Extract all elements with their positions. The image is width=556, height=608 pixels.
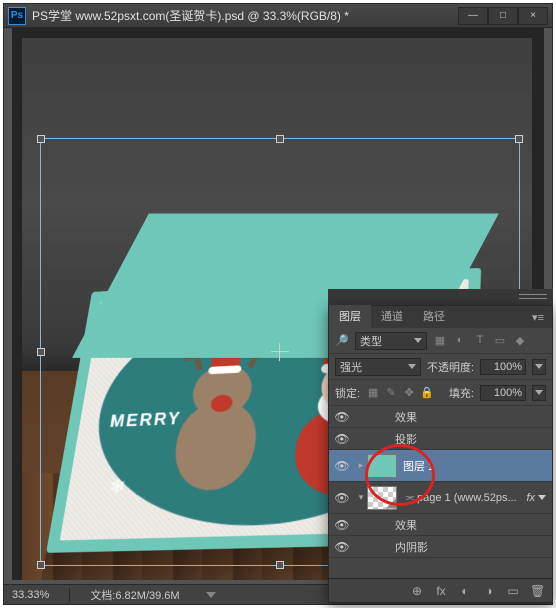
layer-row[interactable]: 👁 ▾ ⫘ page 1 (www.52ps... fx [329,482,552,514]
lock-position-icon[interactable]: ✥ [402,386,416,399]
visibility-icon[interactable]: 👁 [329,459,355,473]
tab-layers[interactable]: 图层 [329,305,371,328]
lock-transparency-icon[interactable]: ▦ [366,386,380,399]
visibility-icon[interactable]: 👁 [329,432,355,446]
layer-effect-row[interactable]: 👁 效果 [329,514,552,536]
layer-name[interactable]: page 1 (www.52ps... [417,492,526,504]
doc-size-label: 文档: [90,590,115,602]
transform-handle[interactable] [515,135,523,143]
status-menu-icon[interactable] [206,592,216,598]
panel-tabs: 图层 通道 路径 ▾≡ [329,306,552,328]
trash-icon[interactable]: 🗑 [530,584,544,598]
expand-icon[interactable]: ▸ [355,460,367,471]
fill-label: 填充: [449,385,474,401]
visibility-icon[interactable]: 👁 [329,491,355,505]
transform-handle[interactable] [276,135,284,143]
fill-input[interactable]: 100% [480,385,526,401]
titlebar: Ps PS学堂 www.52psxt.com(圣诞贺卡).psd @ 33.3%… [4,4,552,28]
expand-icon[interactable]: ▾ [355,492,367,503]
visibility-icon[interactable]: 👁 [329,540,355,554]
visibility-icon[interactable]: 👁 [329,518,355,532]
doc-size-value: 6.82M/39.6M [115,590,179,602]
visibility-icon[interactable]: 👁 [329,410,355,424]
opacity-slider-icon[interactable] [532,359,546,375]
group-icon[interactable]: ▭ [506,584,520,598]
layer-thumbnail[interactable] [367,454,397,478]
link-layers-icon[interactable]: ⊕ [410,584,424,598]
fill-slider-icon[interactable] [532,385,546,401]
mask-icon[interactable]: ◐ [458,584,472,598]
zoom-readout[interactable]: 33.33% [12,589,49,601]
layer-fx-icon[interactable]: fx [434,584,448,598]
filter-kind-select[interactable]: 类型 [355,332,427,350]
transform-center-icon[interactable] [271,343,289,361]
blend-mode-select[interactable]: 强光 [335,358,421,376]
fx-badge[interactable]: fx [526,492,552,504]
search-kind-icon: 🔎 [335,334,349,347]
filter-smart-icon[interactable]: ◆ [513,334,527,347]
layer-effect-row[interactable]: 👁 投影 [329,428,552,450]
ps-icon: Ps [8,7,26,25]
link-icon[interactable]: ⫘ [403,492,417,503]
lock-all-icon[interactable]: 🔒 [420,386,434,399]
layer-list: 👁 效果 👁 投影 👁 ▸ 图层 1 👁 ▾ ⫘ page 1 (www.52p… [329,406,552,564]
transform-handle[interactable] [37,348,45,356]
lock-pixels-icon[interactable]: ✎ [384,386,398,399]
layer-effect-row[interactable]: 👁 内阴影 [329,536,552,558]
filter-shape-icon[interactable]: ▭ [493,334,507,347]
filter-pixel-icon[interactable]: ▦ [433,334,447,347]
layer-row[interactable]: 👁 ▸ 图层 1 [329,450,552,482]
maximize-button[interactable]: □ [488,7,518,25]
panel-menu-icon[interactable]: ▾≡ [524,307,552,328]
tab-channels[interactable]: 通道 [371,305,413,328]
layers-panel: 图层 通道 路径 ▾≡ 🔎 类型 ▦ ◐ T ▭ ◆ 强光 不透明度: 100%… [328,305,553,603]
layer-name[interactable]: 图层 1 [403,458,552,474]
layer-thumbnail[interactable] [367,486,397,510]
transform-handle[interactable] [276,561,284,569]
transform-handle[interactable] [37,135,45,143]
filter-type-icon[interactable]: T [473,334,487,347]
minimize-button[interactable]: — [458,7,488,25]
layer-filter-row: 🔎 类型 ▦ ◐ T ▭ ◆ [329,328,552,354]
document-title: PS学堂 www.52psxt.com(圣诞贺卡).psd @ 33.3%(RG… [32,7,458,24]
transform-handle[interactable] [37,561,45,569]
layer-effect-row[interactable]: 👁 效果 [329,406,552,428]
opacity-label: 不透明度: [427,359,474,375]
panel-footer: ⊕ fx ◐ ◑ ▭ 🗑 [329,578,552,602]
panel-collapse-bar[interactable] [328,289,553,305]
close-button[interactable]: × [518,7,548,25]
adjustment-icon[interactable]: ◑ [482,584,496,598]
opacity-input[interactable]: 100% [480,359,526,375]
tab-paths[interactable]: 路径 [413,305,455,328]
filter-adjust-icon[interactable]: ◐ [453,334,467,347]
lock-label: 锁定: [335,385,360,401]
